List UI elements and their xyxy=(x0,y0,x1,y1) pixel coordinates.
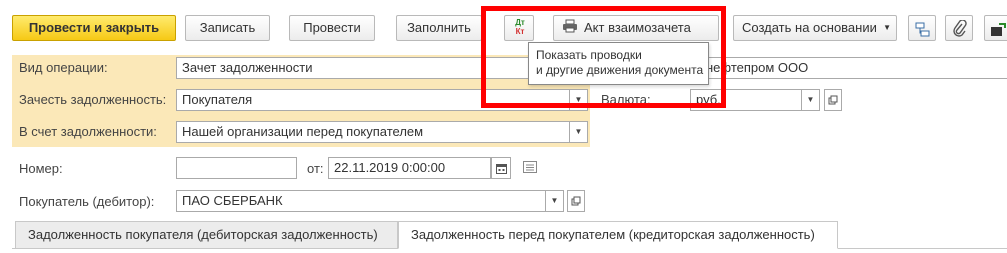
chevron-down-icon: ▼ xyxy=(574,127,583,136)
post-and-close-button[interactable]: Провести и закрыть xyxy=(12,15,176,41)
number-label: Номер: xyxy=(19,161,63,176)
paperclip-icon xyxy=(953,19,967,40)
create-based-on-button[interactable]: Создать на основании ▼ xyxy=(733,15,897,41)
comment-icon[interactable] xyxy=(523,161,537,176)
annotation-frame xyxy=(481,6,726,108)
edit-icon xyxy=(990,21,1006,40)
against-label: В счет задолженности: xyxy=(19,124,157,139)
against-field[interactable]: Нашей организации перед покупателем xyxy=(176,121,570,143)
against-dropdown-button[interactable]: ▼ xyxy=(570,121,588,143)
structure-icon-button[interactable] xyxy=(908,15,936,41)
buyer-label: Покупатель (дебитор): xyxy=(19,194,155,209)
buyer-dropdown-button[interactable]: ▼ xyxy=(546,190,564,212)
open-icon xyxy=(571,194,581,209)
save-button[interactable]: Записать xyxy=(185,15,270,41)
buyer-field[interactable]: ПАО СБЕРБАНК xyxy=(176,190,546,212)
hierarchy-icon xyxy=(915,21,930,40)
chevron-down-icon: ▼ xyxy=(883,23,891,32)
calendar-icon xyxy=(495,162,507,177)
open-icon xyxy=(828,93,838,108)
attach-file-button[interactable] xyxy=(945,15,973,41)
currency-open-button[interactable] xyxy=(824,89,842,111)
currency-dropdown-button[interactable]: ▼ xyxy=(802,89,820,111)
operation-label: Вид операции: xyxy=(19,60,108,75)
chevron-down-icon: ▼ xyxy=(806,95,815,104)
calendar-button[interactable] xyxy=(491,157,511,179)
tab-buyer-debt[interactable]: Задолженность покупателя (дебиторская за… xyxy=(15,221,398,249)
offset-label: Зачесть задолженность: xyxy=(19,92,167,107)
fill-button[interactable]: Заполнить xyxy=(396,15,482,41)
number-field[interactable] xyxy=(176,157,297,179)
date-field[interactable]: 22.11.2019 0:00:00 xyxy=(328,157,491,179)
date-from-label: от: xyxy=(307,161,324,176)
more-actions-button[interactable] xyxy=(984,15,1007,41)
buyer-open-button[interactable] xyxy=(567,190,585,212)
post-button[interactable]: Провести xyxy=(289,15,375,41)
chevron-down-icon: ▼ xyxy=(550,196,559,205)
tab-debt-to-buyer[interactable]: Задолженность перед покупателем (кредито… xyxy=(398,221,838,249)
